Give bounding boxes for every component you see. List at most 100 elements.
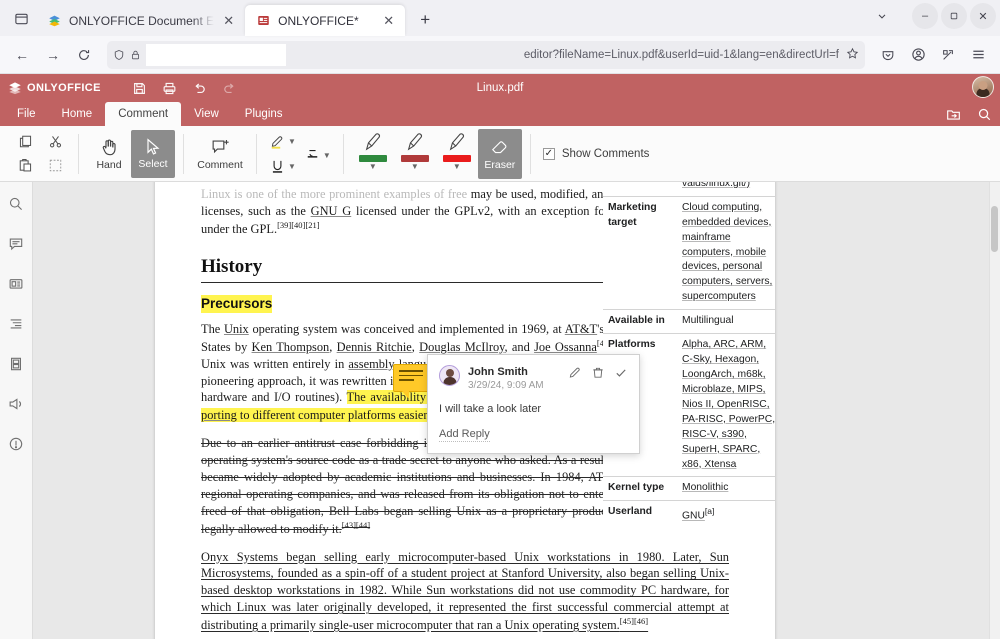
lock-icon[interactable] xyxy=(130,49,141,61)
table-row: Userland GNU[a] xyxy=(603,500,775,529)
heading-precursors: Precursors xyxy=(201,294,273,313)
close-window-button[interactable]: ✕ xyxy=(970,3,996,29)
onlyoffice-stack-icon xyxy=(47,13,62,28)
browser-tab-0[interactable]: ONLYOFFICE Document E ✕ xyxy=(36,5,245,36)
pen-darkred-button[interactable]: ▼ xyxy=(394,129,436,179)
reference-mark[interactable]: [a] xyxy=(705,506,714,516)
clipboard-group xyxy=(4,128,76,180)
chevron-down-icon[interactable]: ▼ xyxy=(453,162,461,170)
resolve-comment-icon[interactable] xyxy=(614,366,628,380)
user-avatar[interactable] xyxy=(972,76,994,98)
copy-icon[interactable] xyxy=(14,131,36,152)
edit-comment-icon[interactable] xyxy=(568,366,582,380)
link-douglas-mcilroy[interactable]: Douglas McIlroy xyxy=(419,340,504,354)
highlight-tool[interactable]: ▼ xyxy=(269,131,296,152)
infobox-value-text[interactable]: Cloud computing, embedded devices, mainf… xyxy=(682,202,772,303)
paste-icon[interactable] xyxy=(14,155,36,176)
scrollbar-thumb[interactable] xyxy=(991,206,998,252)
reference-marks[interactable]: [43][44] xyxy=(342,520,370,530)
link-unix[interactable]: Unix xyxy=(224,322,249,336)
feedback-icon[interactable] xyxy=(4,392,28,416)
show-comments-checkbox[interactable]: ✓ xyxy=(542,147,555,160)
tab-file[interactable]: File xyxy=(4,102,49,126)
pen-red-button[interactable]: ▼ xyxy=(436,129,478,179)
pocket-icon[interactable] xyxy=(874,41,902,69)
chevron-down-icon[interactable]: ▼ xyxy=(288,162,296,171)
save-icon[interactable] xyxy=(127,77,153,99)
select-all-icon[interactable] xyxy=(44,155,66,176)
highlighted-text: to different computer platforms easier. xyxy=(236,408,430,423)
vertical-scrollbar[interactable] xyxy=(989,182,1000,639)
browser-tab-1[interactable]: ONLYOFFICE* ✕ xyxy=(245,5,406,36)
chevron-down-icon[interactable] xyxy=(869,3,895,29)
redo-icon[interactable] xyxy=(217,77,243,99)
infobox-value-text[interactable]: el.org/pub/scm/li nux/kernel/git/tor val… xyxy=(682,182,758,189)
left-sidebar xyxy=(0,182,33,639)
shield-icon[interactable] xyxy=(113,49,125,61)
underline-tool[interactable]: ▼ xyxy=(269,156,296,177)
table-row: Available in Multilingual xyxy=(603,309,775,334)
forward-button[interactable]: → xyxy=(39,41,67,69)
delete-comment-icon[interactable] xyxy=(591,366,605,380)
select-tool-button[interactable]: Select xyxy=(131,129,175,178)
search-icon[interactable] xyxy=(977,107,992,122)
url-input[interactable]: editor?fileName=Linux.pdf&userId=uid-1&l… xyxy=(146,43,841,66)
infobox-value-text[interactable]: GNU xyxy=(682,511,705,522)
search-icon[interactable] xyxy=(4,192,28,216)
new-tab-button[interactable]: + xyxy=(411,6,439,34)
chat-icon[interactable] xyxy=(4,272,28,296)
chevron-down-icon[interactable]: ▼ xyxy=(323,151,331,160)
tab-list-icon[interactable] xyxy=(6,3,36,33)
link-gnu[interactable]: GNU G xyxy=(311,204,352,218)
document-area[interactable]: Linux is one of the more prominent examp… xyxy=(33,182,1000,639)
tab-view[interactable]: View xyxy=(181,102,232,126)
add-reply-button[interactable]: Add Reply xyxy=(439,428,490,443)
account-icon[interactable] xyxy=(904,41,932,69)
cut-icon[interactable] xyxy=(44,131,66,152)
infobox-value-text[interactable]: Monolithic xyxy=(682,482,728,493)
extensions-icon[interactable] xyxy=(934,41,962,69)
close-icon[interactable]: ✕ xyxy=(221,13,236,28)
eraser-button[interactable]: Eraser xyxy=(477,128,522,179)
comments-icon[interactable] xyxy=(4,232,28,256)
infobox-value-text[interactable]: Alpha, ARC, ARM, C-Sky, Hexagon, LoongAr… xyxy=(682,339,775,469)
browser-nav-bar: ← → editor?fileName=Linux.pdf&userId=uid… xyxy=(0,36,1000,74)
reference-marks[interactable]: [39][40][21] xyxy=(277,220,319,230)
link-dennis-ritchie[interactable]: Dennis Ritchie xyxy=(337,340,412,354)
avatar xyxy=(439,365,460,386)
comment-popup[interactable]: John Smith 3/29/24, 9:09 AM I will take … xyxy=(427,354,640,455)
close-icon[interactable]: ✕ xyxy=(381,13,396,28)
pen-green-button[interactable]: ▼ xyxy=(352,129,394,179)
chevron-down-icon[interactable]: ▼ xyxy=(288,137,296,146)
show-comments-toggle[interactable]: ✓ Show Comments xyxy=(533,147,649,160)
bookmark-star-icon[interactable] xyxy=(846,47,859,63)
quick-access-toolbar xyxy=(127,77,243,99)
maximize-button[interactable] xyxy=(941,3,967,29)
menu-icon[interactable] xyxy=(964,41,992,69)
open-file-location-icon[interactable] xyxy=(946,107,961,122)
link-ken-thompson[interactable]: Ken Thompson xyxy=(252,340,330,354)
infobox-key: Userland xyxy=(603,500,677,529)
minimize-button[interactable]: – xyxy=(912,3,938,29)
hand-tool-label: Hand xyxy=(96,158,122,171)
undo-icon[interactable] xyxy=(187,77,213,99)
thumbnails-icon[interactable] xyxy=(4,352,28,376)
tab-comment[interactable]: Comment xyxy=(105,102,182,126)
table-row: Marketing target Cloud computing, embedd… xyxy=(603,195,775,310)
print-icon[interactable] xyxy=(157,77,183,99)
chevron-down-icon[interactable]: ▼ xyxy=(411,162,419,170)
hand-tool-button[interactable]: Hand xyxy=(87,130,131,178)
reload-button[interactable] xyxy=(70,41,98,69)
tab-home[interactable]: Home xyxy=(49,102,106,126)
add-comment-button[interactable]: Comment xyxy=(192,130,248,178)
about-icon[interactable] xyxy=(4,432,28,456)
tab-plugins[interactable]: Plugins xyxy=(232,102,296,126)
chevron-down-icon[interactable]: ▼ xyxy=(369,162,377,170)
infobox-value: Alpha, ARC, ARM, C-Sky, Hexagon, LoongAr… xyxy=(677,333,775,477)
url-bar[interactable]: editor?fileName=Linux.pdf&userId=uid-1&l… xyxy=(107,40,865,69)
headings-icon[interactable] xyxy=(4,312,28,336)
strikeout-tool[interactable]: ▼ xyxy=(304,145,331,166)
link-porting[interactable]: porting xyxy=(201,408,237,423)
back-button[interactable]: ← xyxy=(8,41,36,69)
comment-pin-icon[interactable] xyxy=(393,364,429,399)
